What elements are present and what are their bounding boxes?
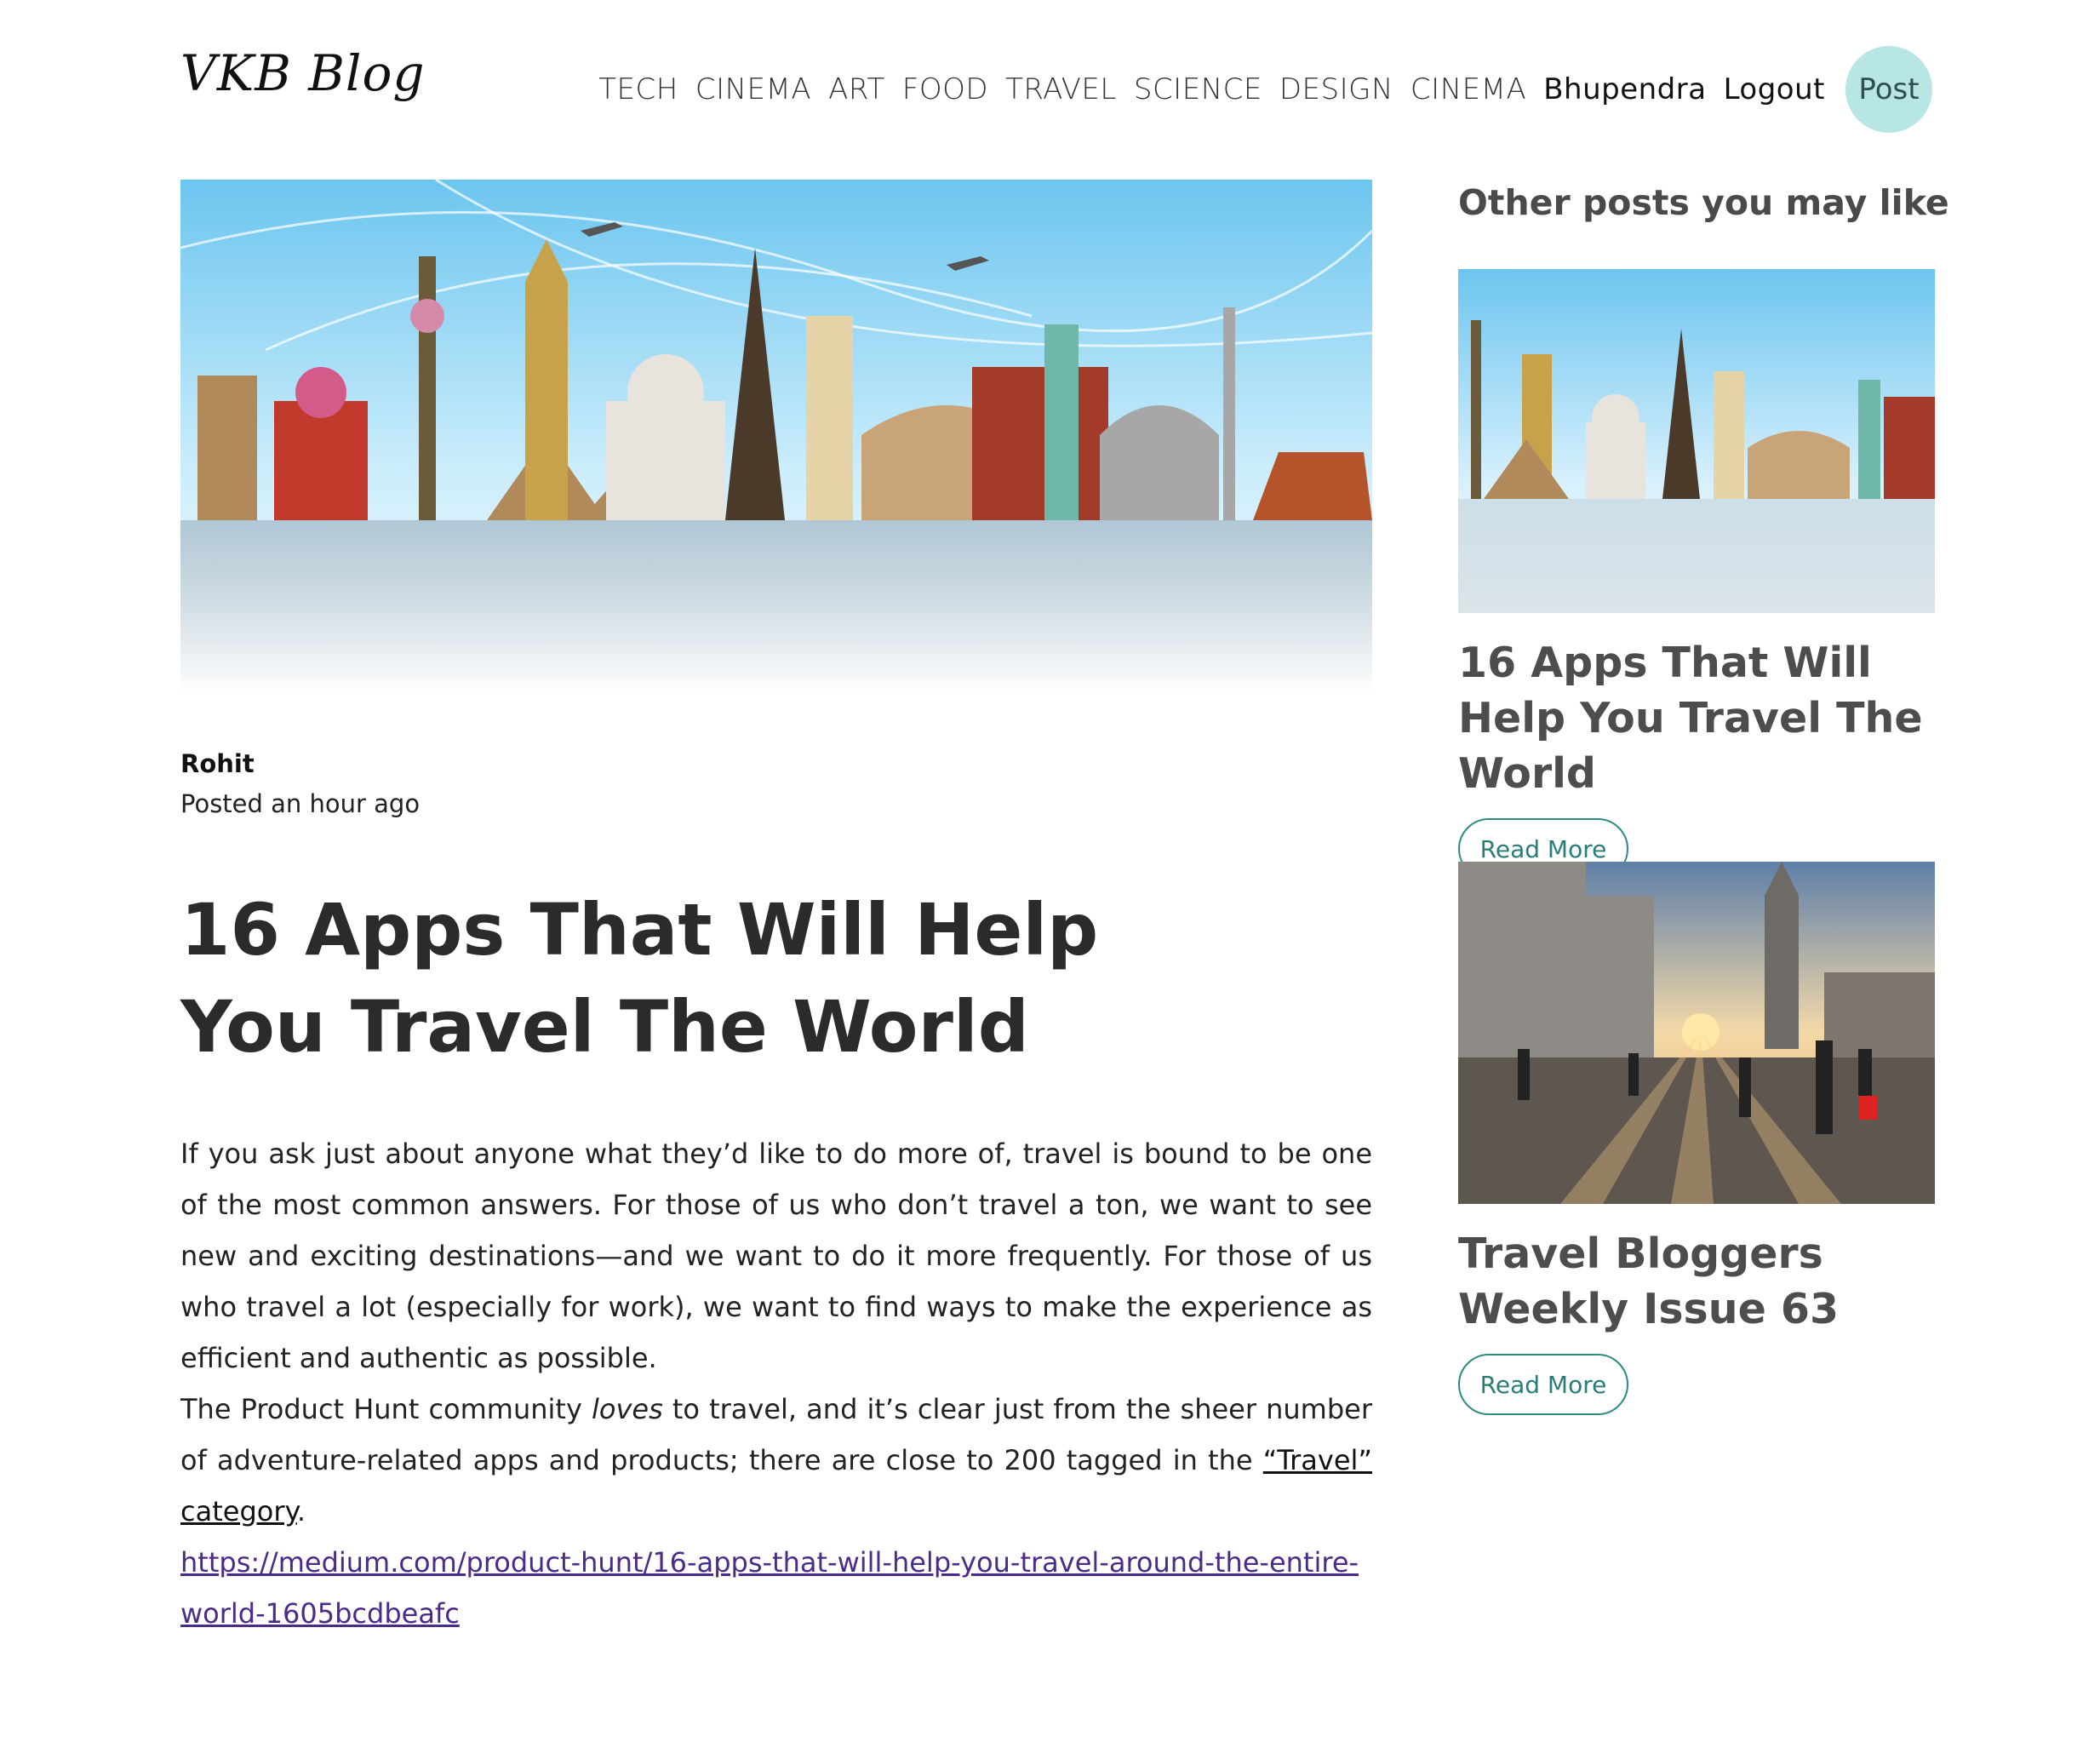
- logout-link[interactable]: Logout: [1724, 72, 1825, 106]
- main-nav: TECH CINEMA ART FOOD TRAVEL SCIENCE DESI…: [581, 46, 1932, 133]
- nav-item-cinema[interactable]: CINEMA: [695, 72, 811, 106]
- related-post-card: Travel Bloggers Weekly Issue 63 Read Mor…: [1458, 862, 1935, 1415]
- article-paragraph: If you ask just about anyone what they’d…: [180, 1138, 1372, 1374]
- related-post-image[interactable]: [1458, 269, 1935, 613]
- related-post-title[interactable]: Travel Bloggers Weekly Issue 63: [1458, 1226, 1935, 1337]
- new-post-button[interactable]: Post: [1845, 46, 1932, 133]
- article-timestamp: Posted an hour ago: [180, 789, 421, 818]
- related-post-image[interactable]: [1458, 862, 1935, 1204]
- site-logo[interactable]: VKB Blog: [180, 44, 426, 102]
- nav-item-cinema-2[interactable]: CINEMA: [1410, 72, 1526, 106]
- related-post-title[interactable]: 16 Apps That Will Help You Travel The Wo…: [1458, 635, 1935, 801]
- article-hero-image: [180, 180, 1372, 694]
- nav-item-science[interactable]: SCIENCE: [1134, 72, 1262, 106]
- text-span: .: [296, 1495, 306, 1527]
- nav-item-travel[interactable]: TRAVEL: [1005, 72, 1117, 106]
- sidebar-heading: Other posts you may like: [1458, 182, 1949, 223]
- article-body: If you ask just about anyone what they’d…: [180, 1128, 1372, 1639]
- article-title: 16 Apps That Will Help You Travel The Wo…: [180, 888, 1099, 1069]
- source-url-link[interactable]: https://medium.com/product-hunt/16-apps-…: [180, 1537, 1372, 1639]
- emphasis-text: loves: [592, 1393, 663, 1425]
- related-post-card: 16 Apps That Will Help You Travel The Wo…: [1458, 269, 1935, 880]
- article-author[interactable]: Rohit: [180, 749, 255, 778]
- nav-item-tech[interactable]: TECH: [598, 72, 678, 106]
- nav-item-food[interactable]: FOOD: [902, 72, 988, 106]
- article-paragraph: The Product Hunt community loves to trav…: [180, 1384, 1372, 1537]
- read-more-button[interactable]: Read More: [1458, 1354, 1628, 1415]
- nav-item-design[interactable]: DESIGN: [1279, 72, 1393, 106]
- nav-item-art[interactable]: ART: [828, 72, 885, 106]
- user-profile-link[interactable]: Bhupendra: [1543, 72, 1706, 106]
- text-span: The Product Hunt community: [180, 1393, 592, 1425]
